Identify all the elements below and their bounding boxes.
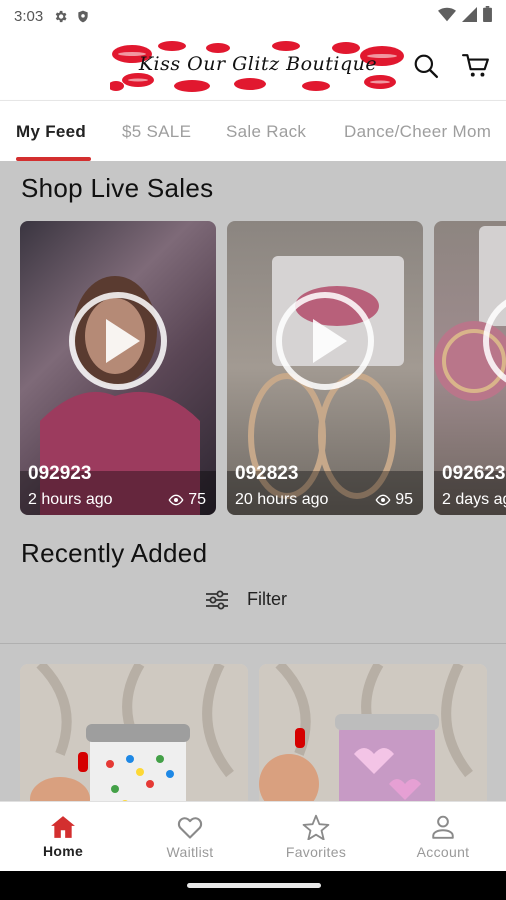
live-sale-card[interactable]: 092923 2 hours ago 75 [20, 221, 216, 515]
live-sale-card[interactable]: 092623 2 days ago [434, 221, 506, 515]
cart-icon[interactable] [460, 50, 492, 82]
live-sales-title: Shop Live Sales [21, 173, 214, 203]
nav-waitlist-label: Waitlist [166, 844, 214, 860]
product-thumbnail [259, 664, 487, 801]
nav-favorites[interactable]: Favorites [253, 802, 379, 872]
brand-logo[interactable]: Kiss Our Glitz Boutique [108, 40, 406, 92]
nav-home-label: Home [42, 843, 84, 859]
filter-label: Filter [247, 589, 287, 609]
product-tile[interactable] [259, 664, 487, 801]
sale-time-ago: 2 hours ago [28, 491, 113, 508]
tab-5-sale[interactable]: $5 SALE [122, 101, 191, 161]
recently-added-title: Recently Added [21, 538, 208, 568]
battery-icon [483, 6, 492, 26]
star-icon [302, 814, 330, 840]
product-thumbnail [20, 664, 248, 801]
nav-waitlist[interactable]: Waitlist [127, 802, 253, 872]
nav-account[interactable]: Account [380, 802, 506, 872]
live-sale-card[interactable]: 092823 20 hours ago 95 [227, 221, 423, 515]
tab-dance-cheer-mom[interactable]: Dance/Cheer Mom [344, 101, 491, 161]
category-tabs: My Feed $5 SALE Sale Rack Dance/Cheer Mo… [0, 100, 506, 161]
eye-icon [168, 494, 184, 506]
status-bar: 3:03 [0, 0, 506, 32]
search-icon[interactable] [410, 50, 442, 82]
play-icon[interactable] [275, 291, 375, 391]
feed-content: Shop Live Sales 092923 2 hours ago 75 09… [0, 161, 506, 801]
signal-icon [462, 6, 477, 26]
play-icon[interactable] [482, 291, 506, 391]
view-count: 95 [375, 491, 413, 509]
sale-time-ago: 2 days ago [442, 491, 506, 508]
section-divider [0, 643, 506, 644]
nav-favorites-label: Favorites [285, 844, 347, 860]
nav-home[interactable]: Home [0, 802, 126, 872]
app-header: Kiss Our Glitz Boutique [0, 32, 506, 100]
settings-gear-icon [53, 9, 68, 24]
person-icon [432, 815, 454, 839]
bottom-navigation: Home Waitlist Favorites Account [0, 801, 506, 871]
status-time: 3:03 [14, 7, 44, 25]
nav-account-label: Account [416, 844, 470, 860]
view-count-value: 75 [188, 491, 206, 508]
app-screen: 3:03 Kiss Our Glitz Boutique My Feed $5 … [0, 0, 506, 900]
product-tile[interactable] [20, 664, 248, 801]
sale-code: 092923 [28, 463, 92, 484]
sale-code: 092823 [235, 463, 299, 484]
tab-sale-rack[interactable]: Sale Rack [226, 101, 306, 161]
home-icon [51, 816, 75, 838]
sale-code: 092623 [442, 463, 506, 484]
logo-text: Kiss Our Glitz Boutique [138, 53, 378, 75]
filter-button[interactable]: Filter [205, 589, 287, 610]
wifi-icon [438, 7, 456, 26]
tab-my-feed[interactable]: My Feed [16, 101, 86, 161]
sliders-icon [206, 590, 228, 609]
gesture-bar [0, 871, 506, 900]
eye-icon [375, 494, 391, 506]
shield-icon [76, 9, 90, 24]
heart-icon [177, 817, 203, 839]
sale-time-ago: 20 hours ago [235, 491, 329, 508]
home-gesture-handle[interactable] [187, 883, 321, 888]
view-count-value: 95 [395, 491, 413, 508]
view-count: 75 [168, 491, 206, 509]
play-icon[interactable] [68, 291, 168, 391]
